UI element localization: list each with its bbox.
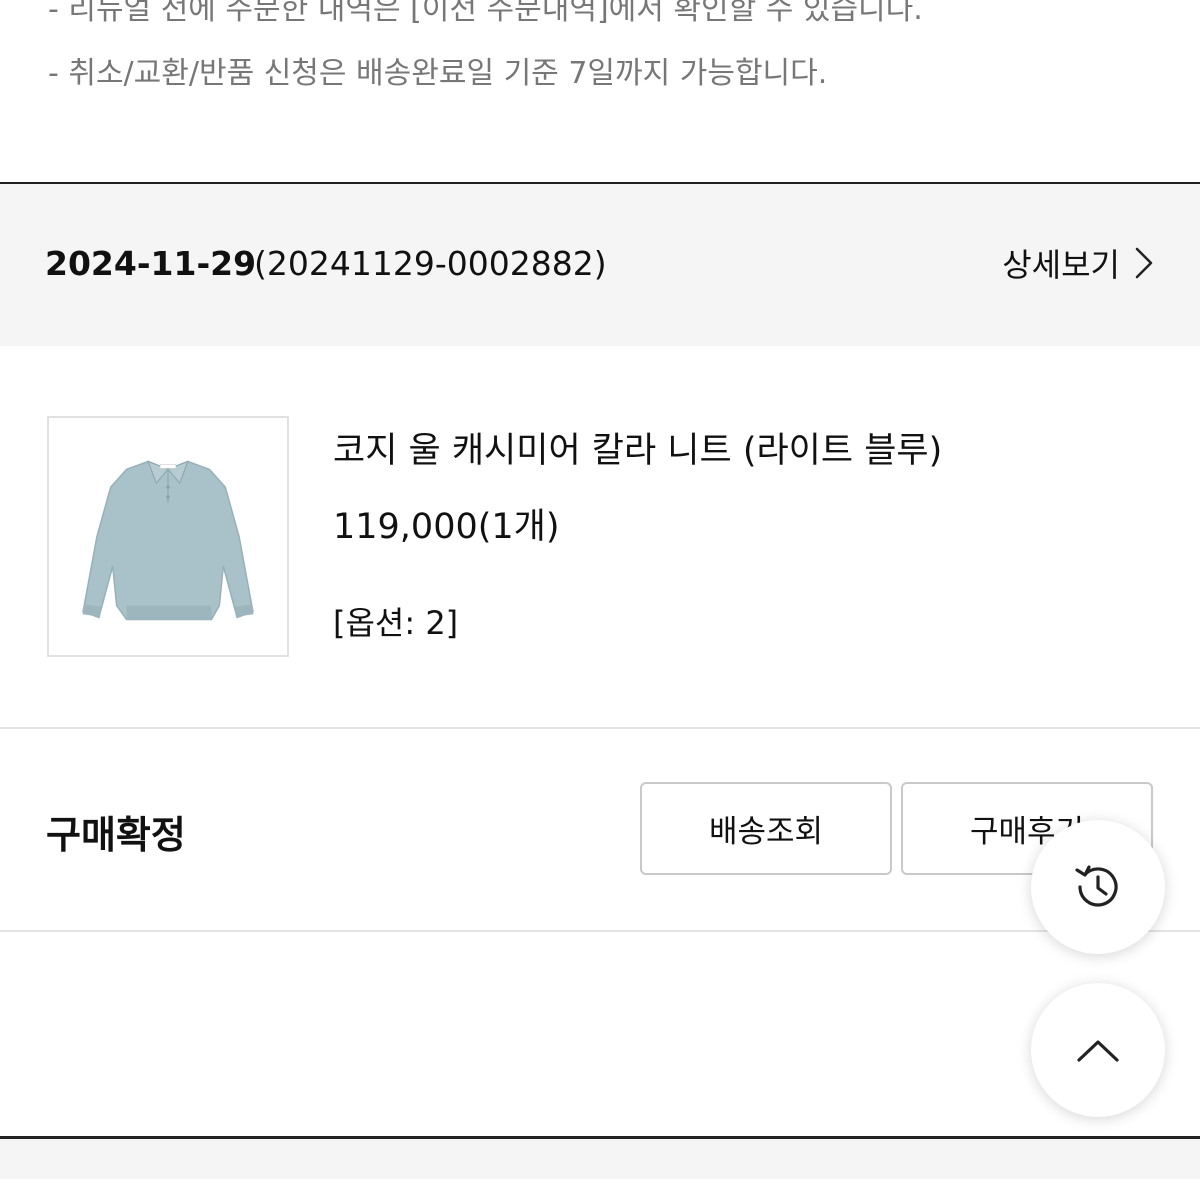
notice-renewal: - 리뉴얼 전에 주문한 내역은 [이전 주문내역]에서 확인할 수 있습니다. (48, 0, 923, 27)
divider (0, 930, 1200, 932)
product-thumbnail[interactable] (47, 416, 289, 657)
sweater-image-icon (49, 418, 287, 655)
order-detail-link[interactable]: 상세보기 (1002, 240, 1154, 286)
next-order-header (0, 1139, 1200, 1179)
order-status: 구매확정 (46, 813, 186, 857)
order-product: 코지 울 캐시미어 칼라 니트 (라이트 블루) 119,000(1개) [옵션… (0, 346, 1200, 728)
product-option: [옵션: 2] (333, 604, 459, 642)
order-history-page: - 리뉴얼 전에 주문한 내역은 [이전 주문내역]에서 확인할 수 있습니다.… (0, 0, 1200, 1179)
order-date: 2024-11-29 (45, 244, 257, 283)
scroll-to-top-button[interactable] (1031, 983, 1165, 1117)
product-name[interactable]: 코지 울 캐시미어 칼라 니트 (라이트 블루) (333, 422, 942, 473)
chevron-right-icon (1135, 247, 1153, 279)
product-price: 119,000(1개) (333, 507, 560, 547)
track-delivery-button[interactable]: 배송조회 (640, 782, 892, 875)
notice-cancel-policy: - 취소/교환/반품 신청은 배송완료일 기준 7일까지 가능합니다. (48, 56, 828, 91)
order-number: (20241129-0002882) (254, 244, 607, 283)
order-header: 2024-11-29 (20241129-0002882) 상세보기 (0, 182, 1200, 346)
divider (0, 727, 1200, 729)
order-detail-label: 상세보기 (1002, 246, 1120, 284)
chevron-up-icon (1077, 1040, 1119, 1062)
history-icon (1075, 865, 1118, 907)
recent-history-button[interactable] (1031, 820, 1165, 954)
